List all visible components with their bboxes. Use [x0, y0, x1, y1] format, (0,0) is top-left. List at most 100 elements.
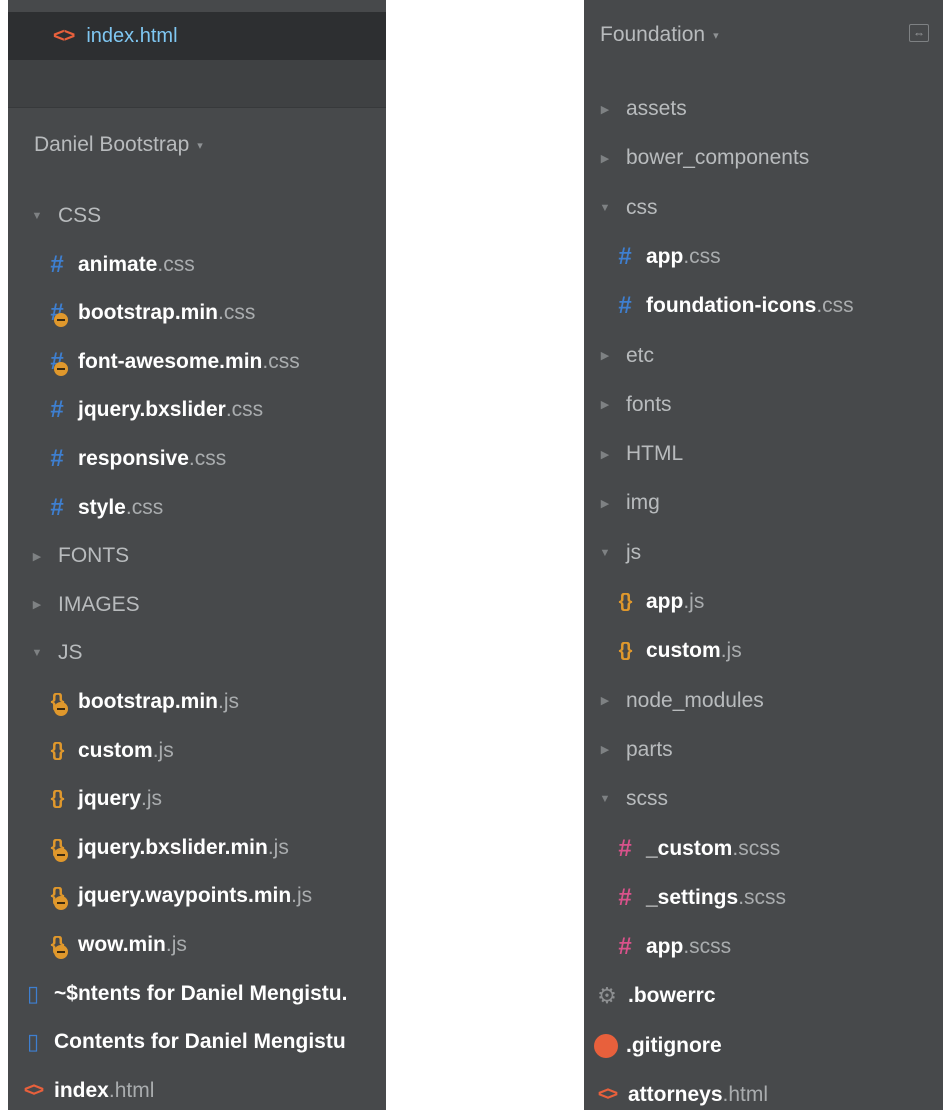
- file-extension: .css: [125, 495, 164, 519]
- html-file-icon: <>: [23, 1079, 44, 1101]
- file-row[interactable]: <> attorneys.html: [584, 1075, 943, 1110]
- lock-icon: [54, 361, 68, 376]
- file-name: custom.js: [78, 739, 174, 763]
- file-basename: custom: [78, 738, 153, 762]
- project-name: Daniel Bootstrap: [34, 133, 190, 156]
- folder-name: FONTS: [58, 544, 130, 568]
- chevron-down-icon: ▼: [31, 210, 43, 222]
- file-basename: jquery.bxslider.min: [78, 835, 268, 859]
- file-basename: wow.min: [78, 933, 166, 956]
- file-row[interactable]: # bootstrap.min.css: [8, 293, 386, 333]
- chevron-right-icon: ▶: [32, 550, 42, 563]
- folder-row[interactable]: ▶ etc: [584, 336, 943, 376]
- folder-row[interactable]: ▶ fonts: [584, 385, 943, 425]
- file-row[interactable]: # style.css: [8, 488, 386, 528]
- lock-icon: [54, 896, 68, 911]
- file-name: Contents for Daniel Mengistu: [54, 1030, 346, 1054]
- folder-row[interactable]: ▶ node_modules: [584, 681, 943, 721]
- css-file-icon: #: [44, 300, 70, 328]
- chevron-right-icon: ▶: [600, 744, 610, 757]
- html-file-icon: <>: [597, 1084, 618, 1105]
- file-name: font-awesome.min.css: [78, 350, 300, 374]
- file-row[interactable]: {} jquery.bxslider.min.js: [8, 828, 386, 868]
- folder-row[interactable]: ▶ FONTS: [8, 536, 386, 576]
- folder-row[interactable]: ▶ bower_components: [584, 138, 943, 178]
- file-extension: .html: [108, 1078, 155, 1102]
- doc-file-icon: ▯: [26, 1029, 40, 1055]
- folder-row[interactable]: ▶ assets: [584, 89, 943, 129]
- file-name: foundation-icons.css: [646, 294, 854, 318]
- file-basename: index: [54, 1078, 109, 1102]
- folder-row[interactable]: ▶ img: [584, 483, 943, 523]
- file-basename: ~$ntents for Daniel Mengistu.: [54, 981, 348, 1005]
- file-row[interactable]: # responsive.css: [8, 439, 386, 479]
- css-file-icon: #: [618, 292, 632, 320]
- file-row[interactable]: # animate.css: [8, 245, 386, 285]
- file-row[interactable]: # font-awesome.min.css: [8, 342, 386, 382]
- scss-file-icon: #: [618, 883, 632, 911]
- file-extension: .js: [683, 590, 705, 613]
- file-row[interactable]: .gitignore: [584, 1026, 943, 1066]
- file-row[interactable]: {} jquery.waypoints.min.js: [8, 876, 386, 916]
- file-row[interactable]: # _settings.scss: [584, 878, 943, 918]
- file-basename: font-awesome.min: [78, 349, 263, 373]
- file-name: bootstrap.min.js: [78, 690, 239, 714]
- js-file-icon: {}: [44, 932, 70, 959]
- file-extension: .js: [141, 787, 163, 811]
- file-name: attorneys.html: [628, 1083, 768, 1107]
- open-file-item[interactable]: <> index.html: [8, 12, 386, 60]
- file-row[interactable]: # app.css: [584, 237, 943, 277]
- file-name: responsive.css: [78, 447, 226, 471]
- left-project-sidebar: <> index.html Daniel Bootstrap ▾ ▼ CSS # an…: [8, 0, 386, 1110]
- file-row[interactable]: # jquery.bxslider.css: [8, 390, 386, 430]
- file-name: app.js: [646, 590, 704, 614]
- file-extension: .js: [218, 690, 239, 713]
- chevron-right-icon: ▶: [600, 695, 610, 708]
- file-row[interactable]: # foundation-icons.css: [584, 286, 943, 326]
- css-file-icon: #: [50, 445, 64, 472]
- file-row[interactable]: {} custom.js: [584, 631, 943, 671]
- file-row[interactable]: # app.scss: [584, 927, 943, 967]
- file-name: bootstrap.min.css: [78, 301, 255, 325]
- folder-row[interactable]: ▼ js: [584, 533, 943, 573]
- project-dropdown[interactable]: Foundation ▾: [600, 20, 719, 50]
- chevron-down-icon: ▼: [31, 647, 43, 660]
- file-row[interactable]: {} app.js: [584, 582, 943, 622]
- split-view-icon[interactable]: ⇔: [909, 24, 929, 42]
- chevron-down-icon: ▼: [599, 201, 611, 214]
- file-name: animate.css: [78, 253, 195, 277]
- file-extension: .css: [218, 301, 256, 325]
- chevron-right-icon: ▶: [600, 350, 610, 362]
- file-row[interactable]: <> index.html: [8, 1071, 386, 1110]
- js-file-icon: {}: [618, 640, 633, 662]
- folder-row[interactable]: ▼ css: [584, 188, 943, 228]
- folder-name: bower_components: [626, 146, 810, 170]
- file-row[interactable]: {} wow.min.js: [8, 925, 386, 965]
- file-row[interactable]: ▯ ~$ntents for Daniel Mengistu.: [8, 974, 386, 1014]
- file-basename: style: [78, 495, 126, 519]
- folder-row[interactable]: ▶ HTML: [584, 434, 943, 474]
- file-name: jquery.waypoints.min.js: [78, 884, 312, 908]
- scss-file-icon: #: [618, 834, 632, 862]
- file-row[interactable]: # _custom.scss: [584, 829, 943, 869]
- file-row[interactable]: {} jquery.js: [8, 779, 386, 819]
- caret-down-icon: ▾: [197, 139, 203, 152]
- file-row[interactable]: ⚙ .bowerrc: [584, 976, 943, 1016]
- chevron-right-icon: ▶: [600, 448, 610, 461]
- folder-row[interactable]: ▼ scss: [584, 779, 943, 819]
- file-extension: .css: [262, 349, 300, 373]
- file-extension: .js: [165, 933, 187, 956]
- file-row[interactable]: {} bootstrap.min.js: [8, 682, 386, 722]
- file-extension: .scss: [683, 935, 732, 959]
- project-dropdown[interactable]: Daniel Bootstrap ▾: [34, 130, 203, 160]
- file-row[interactable]: ▯ Contents for Daniel Mengistu: [8, 1022, 386, 1062]
- folder-row[interactable]: ▶ parts: [584, 730, 943, 770]
- folder-row[interactable]: ▶ IMAGES: [8, 585, 386, 625]
- file-basename: app: [646, 244, 684, 268]
- folder-name: IMAGES: [58, 592, 140, 616]
- folder-row[interactable]: ▼ CSS: [8, 196, 386, 236]
- folder-row[interactable]: ▼ JS: [8, 633, 386, 673]
- caret-down-icon: ▾: [713, 29, 719, 42]
- file-row[interactable]: {} custom.js: [8, 731, 386, 771]
- file-name: .gitignore: [626, 1034, 722, 1058]
